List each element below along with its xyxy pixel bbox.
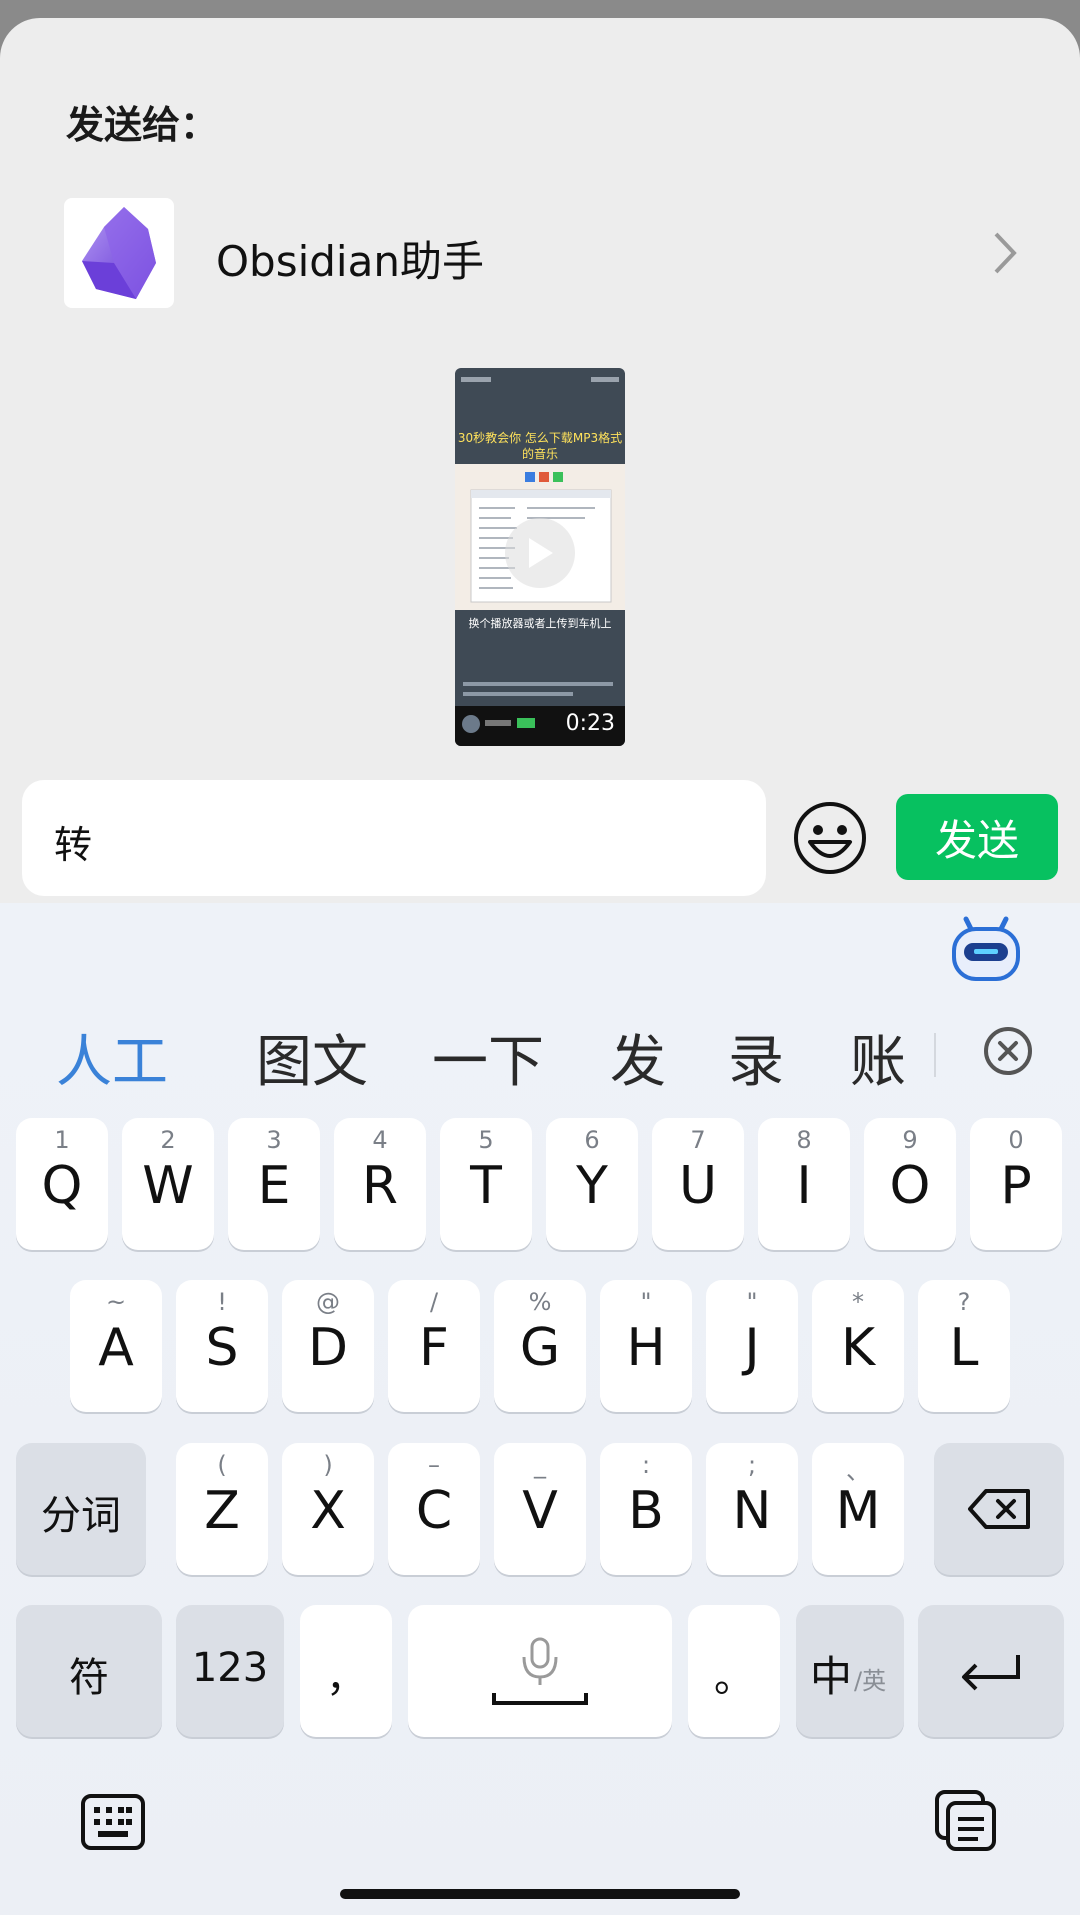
key-u[interactable]: 7U <box>652 1118 744 1250</box>
key-a[interactable]: ~ A <box>70 1280 162 1412</box>
video-description-lines <box>463 680 617 707</box>
video-thumbnail[interactable]: 30秒教会你 怎么下载MP3格式的音乐 换个播放器或者上传到车机上 0:23 <box>455 368 625 746</box>
key-f[interactable]: / F <box>388 1280 480 1412</box>
comma-key[interactable]: ， <box>300 1605 392 1737</box>
key-e[interactable]: 3E <box>228 1118 320 1250</box>
space-key[interactable] <box>408 1605 672 1737</box>
numbers-key[interactable]: 123 <box>176 1605 284 1737</box>
key-v[interactable]: _ V <box>494 1443 586 1575</box>
key-k[interactable]: * K <box>812 1280 904 1412</box>
candidate-item[interactable]: 账 <box>850 1017 906 1098</box>
chevron-right-icon <box>994 232 1017 274</box>
candidate-item[interactable]: 一下 <box>432 1017 544 1098</box>
key-m[interactable]: 、 M <box>812 1443 904 1575</box>
key-j[interactable]: " J <box>706 1280 798 1412</box>
recipient-name: Obsidian助手 <box>216 237 484 286</box>
candidate-divider <box>934 1033 936 1077</box>
send-button[interactable]: 发送 <box>896 794 1058 880</box>
message-input-text: 转 <box>54 823 93 867</box>
key-t[interactable]: 5T <box>440 1118 532 1250</box>
key-p[interactable]: 0P <box>970 1118 1062 1250</box>
key-c[interactable]: – C <box>388 1443 480 1575</box>
key-w[interactable]: 2W <box>122 1118 214 1250</box>
video-caption-bottom: 换个播放器或者上传到车机上 <box>468 617 612 630</box>
key-n[interactable]: ; N <box>706 1443 798 1575</box>
key-q[interactable]: 1Q <box>16 1118 108 1250</box>
key-l[interactable]: ? L <box>918 1280 1010 1412</box>
share-title: 发送给： <box>66 103 219 147</box>
assistant-bot-icon[interactable] <box>952 915 1020 981</box>
language-toggle-key[interactable]: 中 /英 <box>796 1605 904 1737</box>
candidate-item[interactable]: 发 <box>610 1017 666 1098</box>
key-i[interactable]: 8I <box>758 1118 850 1250</box>
candidate-item[interactable]: 录 <box>728 1017 784 1098</box>
video-duration: 0:23 <box>565 711 615 736</box>
enter-icon <box>962 1655 1020 1691</box>
key-d[interactable]: @ D <box>282 1280 374 1412</box>
key-b[interactable]: :B <box>600 1443 692 1575</box>
key-y[interactable]: 6Y <box>546 1118 638 1250</box>
key-o[interactable]: 9O <box>864 1118 956 1250</box>
period-key[interactable]: 。 <box>688 1605 780 1737</box>
key-r[interactable]: 4R <box>334 1118 426 1250</box>
close-icon[interactable] <box>982 1025 1034 1077</box>
candidate-item[interactable]: 人工 <box>56 1017 168 1098</box>
key-x[interactable]: ) X <box>282 1443 374 1575</box>
keyboard: 人工 图文 一下 发 录 账 1Q 2W 3E 4R 5T 6Y 7U 8I 9… <box>0 903 1080 1915</box>
enter-key[interactable] <box>918 1605 1064 1737</box>
key-g[interactable]: % G <box>494 1280 586 1412</box>
thumb-statusbar <box>461 372 619 386</box>
key-h[interactable]: " H <box>600 1280 692 1412</box>
video-caption-top: 30秒教会你 怎么下载MP3格式的音乐 <box>457 431 623 461</box>
play-icon[interactable] <box>505 518 575 588</box>
obsidian-logo-icon <box>64 198 174 308</box>
clipboard-icon[interactable] <box>934 1789 998 1853</box>
backspace-key[interactable] <box>934 1443 1064 1575</box>
key-s[interactable]: ! S <box>176 1280 268 1412</box>
language-alt-label: /英 <box>854 1667 887 1695</box>
keyboard-switch-icon[interactable] <box>80 1793 146 1851</box>
candidate-item[interactable]: 图文 <box>256 1017 368 1098</box>
backspace-icon <box>968 1489 1030 1529</box>
microphone-icon <box>492 1637 588 1705</box>
symbols-key[interactable]: 符 <box>16 1605 162 1737</box>
home-indicator <box>340 1889 740 1899</box>
message-input[interactable]: 转 <box>22 780 766 896</box>
segment-key[interactable]: 分词 <box>16 1443 146 1575</box>
emoji-icon[interactable] <box>792 800 868 876</box>
candidate-bar: 人工 图文 一下 发 录 账 <box>0 1003 1080 1095</box>
key-z[interactable]: (Z <box>176 1443 268 1575</box>
recipient-row[interactable]: Obsidian助手 <box>64 198 1024 308</box>
language-main-label: 中 <box>810 1652 853 1701</box>
